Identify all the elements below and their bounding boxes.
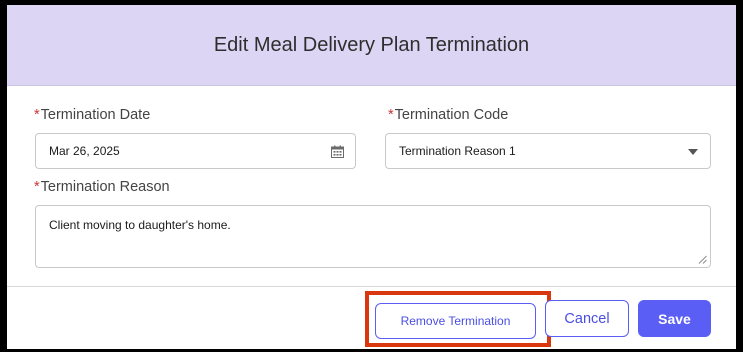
calendar-icon[interactable] — [331, 145, 344, 158]
termination-date-label: *Termination Date — [34, 107, 150, 123]
cancel-button[interactable]: Cancel — [545, 300, 629, 337]
termination-date-input[interactable]: Mar 26, 2025 — [35, 133, 356, 169]
termination-reason-label: *Termination Reason — [34, 179, 170, 195]
modal-title: Edit Meal Delivery Plan Termination — [213, 33, 530, 56]
termination-date-label-text: Termination Date — [40, 107, 151, 123]
required-marker: * — [34, 179, 40, 195]
termination-code-select[interactable]: Termination Reason 1 — [385, 133, 711, 169]
chevron-down-icon[interactable] — [688, 149, 698, 155]
resize-grip-icon[interactable] — [698, 255, 707, 264]
cancel-label: Cancel — [564, 310, 610, 327]
termination-code-value: Termination Reason 1 — [399, 144, 516, 158]
termination-reason-label-text: Termination Reason — [40, 179, 170, 195]
save-label: Save — [658, 310, 691, 327]
termination-reason-value: Client moving to daughter's home. — [49, 218, 231, 232]
termination-date-value: Mar 26, 2025 — [49, 144, 120, 158]
termination-code-label: *Termination Code — [388, 107, 508, 123]
footer-divider — [7, 286, 736, 287]
required-marker: * — [388, 107, 394, 123]
required-marker: * — [34, 107, 40, 123]
modal-header: Edit Meal Delivery Plan Termination — [7, 5, 736, 86]
termination-reason-textarea[interactable]: Client moving to daughter's home. — [35, 205, 711, 268]
annotation-highlight-box — [365, 291, 551, 347]
termination-code-label-text: Termination Code — [394, 107, 509, 123]
edit-termination-modal: Edit Meal Delivery Plan Termination *Ter… — [7, 5, 736, 349]
save-button[interactable]: Save — [638, 300, 711, 337]
